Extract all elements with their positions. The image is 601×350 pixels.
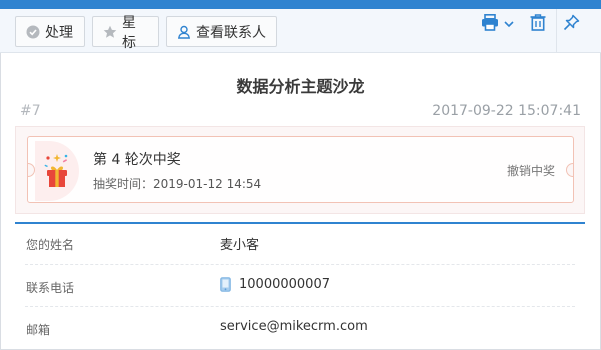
prize-draw-time-value: 2019-01-12 14:54 (153, 177, 262, 191)
prize-ticket: 第 4 轮次中奖 抽奖时间：2019-01-12 14:54 撤销中奖 (27, 136, 574, 203)
view-contacts-button[interactable]: 查看联系人 (166, 16, 277, 47)
revoke-prize-link[interactable]: 撤销中奖 (507, 162, 555, 179)
handle-button-label: 处理 (45, 24, 73, 41)
top-accent-bar (0, 0, 601, 9)
chevron-down-icon (503, 20, 514, 28)
handle-button[interactable]: 处理 (15, 16, 85, 47)
star-button[interactable]: 星标 (92, 15, 159, 51)
star-icon (103, 25, 117, 39)
pin-icon (563, 14, 580, 35)
phone-number: 10000000007 (239, 277, 330, 292)
toolbar-divider (556, 9, 557, 53)
trash-icon (530, 13, 546, 35)
field-row-phone: 联系电话 10000000007 (15, 265, 585, 306)
star-button-label: 星标 (122, 14, 136, 51)
field-label: 联系电话 (26, 281, 75, 295)
prize-draw-time: 抽奖时间：2019-01-12 14:54 (93, 175, 261, 192)
record-number: #7 (20, 103, 41, 119)
field-label: 邮箱 (26, 323, 51, 337)
field-label: 您的姓名 (26, 238, 75, 252)
ticket-notch-left (28, 163, 35, 177)
prize-round-name: 第 4 轮次中奖 (93, 152, 181, 168)
print-button[interactable] (478, 13, 516, 35)
ticket-notch-right (566, 163, 573, 177)
view-contacts-label: 查看联系人 (196, 24, 266, 41)
gift-icon (41, 153, 73, 193)
delete-button[interactable] (528, 13, 548, 35)
user-icon (177, 25, 191, 39)
field-value-phone: 10000000007 (220, 277, 330, 292)
check-circle-icon (26, 25, 40, 39)
field-value: 麦小客 (220, 238, 260, 253)
record-toolbar: 处理 星标 查看联系人 (0, 9, 601, 53)
field-value: service@mikecrm.com (220, 319, 368, 334)
field-row-email: 邮箱 service@mikecrm.com (15, 307, 585, 348)
prize-section: 第 4 轮次中奖 抽奖时间：2019-01-12 14:54 撤销中奖 (15, 126, 585, 214)
printer-icon (481, 13, 499, 35)
prize-draw-time-label: 抽奖时间： (93, 177, 154, 191)
phone-icon (220, 277, 231, 292)
field-row-name: 您的姓名 麦小客 (15, 224, 585, 265)
record-timestamp: 2017-09-22 15:07:41 (432, 103, 581, 119)
form-fields: 您的姓名 麦小客 联系电话 10000000007 邮箱 service@mik… (15, 222, 585, 346)
record-title: 数据分析主题沙龙 (236, 77, 365, 96)
pin-button[interactable] (561, 14, 581, 34)
